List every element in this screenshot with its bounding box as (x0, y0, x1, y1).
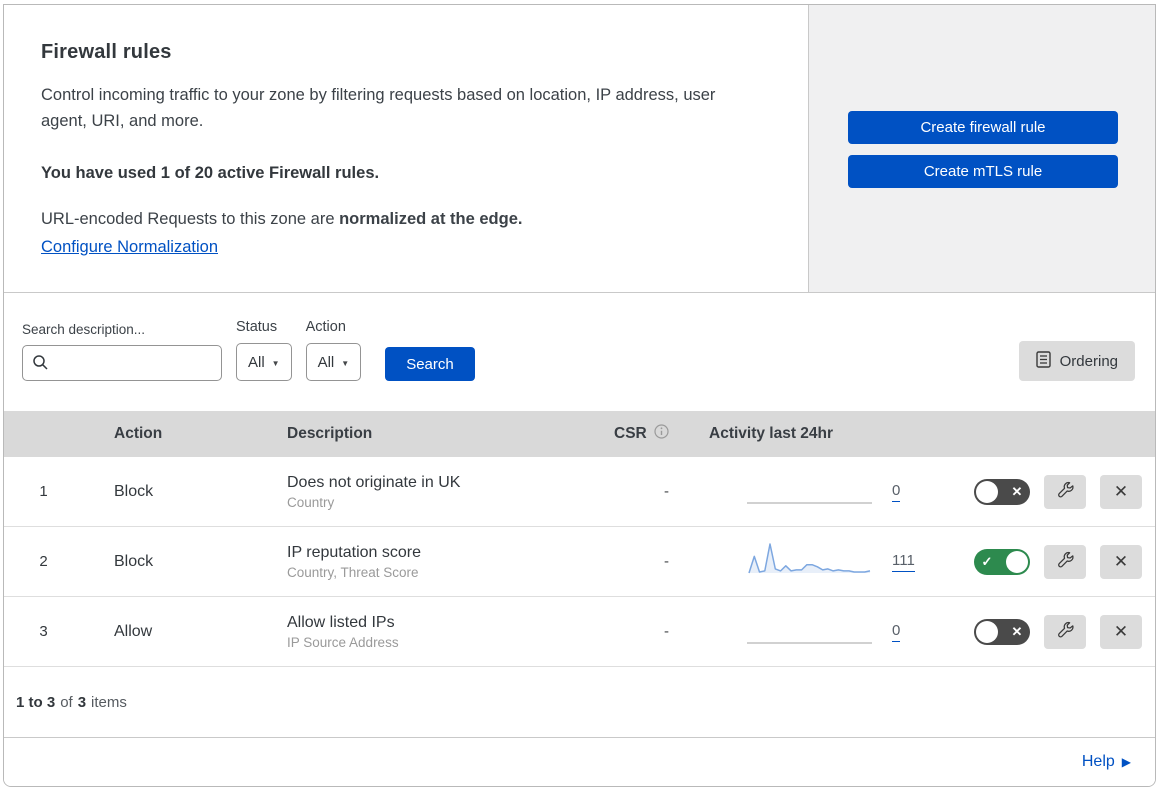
rule-enabled-toggle[interactable]: ✕ (974, 618, 1030, 645)
create-firewall-rule-button[interactable]: Create firewall rule (848, 111, 1118, 144)
rule-description: Allow listed IPs (287, 613, 395, 631)
rule-fields: Country, Threat Score (287, 564, 419, 580)
close-icon: ✕ (1113, 551, 1129, 571)
rule-priority-number: 1 (39, 483, 48, 500)
action-dropdown-value: All (317, 353, 335, 371)
column-header-action: Action (114, 425, 163, 442)
page-description: Control incoming traffic to your zone by… (41, 86, 716, 130)
column-header-description: Description (287, 425, 373, 442)
intro-panel: Firewall rules Control incoming traffic … (4, 5, 808, 292)
firewall-rules-card: Firewall rules Control incoming traffic … (3, 4, 1156, 787)
close-icon: ✕ (1113, 481, 1129, 501)
rule-description: IP reputation score (287, 543, 422, 561)
ordering-button[interactable]: Ordering (1018, 341, 1135, 381)
rule-action-value: Block (114, 552, 154, 570)
action-label: Action (305, 319, 346, 335)
search-label: Search description... (22, 322, 146, 337)
pagination-summary: 1 to 3 of 3 items (4, 667, 1155, 738)
toggle-state-icon: ✓ (981, 553, 993, 569)
wrench-icon (1056, 621, 1075, 643)
info-icon[interactable] (654, 424, 669, 444)
activity-sparkline (747, 470, 872, 513)
status-label: Status (236, 319, 278, 335)
rule-enabled-toggle[interactable]: ✕ (974, 478, 1030, 505)
toggle-state-icon: ✕ (1011, 483, 1023, 499)
table-body: 1 Block Does not originate in UK Country… (4, 457, 1155, 667)
activity-sparkline (747, 540, 872, 583)
actions-panel: Create firewall rule Create mTLS rule (808, 5, 1155, 292)
column-header-csr: CSR (589, 424, 689, 444)
chevron-down-icon: ▼ (271, 358, 280, 368)
edit-rule-button[interactable] (1044, 614, 1086, 649)
help-bar: Help ▶ (4, 738, 1155, 786)
help-link[interactable]: Help ▶ (1082, 753, 1131, 771)
search-input[interactable] (22, 345, 222, 381)
wrench-icon (1056, 551, 1075, 573)
wrench-icon (1056, 481, 1075, 503)
delete-rule-button[interactable]: ✕ (1100, 474, 1142, 509)
toggle-knob (976, 480, 998, 503)
rule-csr-value: - (664, 553, 669, 570)
activity-count-link[interactable]: 0 (892, 482, 901, 502)
rule-csr-value: - (664, 483, 669, 500)
rule-action-value: Allow (114, 622, 153, 640)
rule-priority-number: 3 (39, 623, 48, 640)
toggle-state-icon: ✕ (1011, 623, 1023, 639)
rule-description: Does not originate in UK (287, 473, 461, 491)
rule-priority-number: 2 (39, 553, 48, 570)
rule-enabled-toggle[interactable]: ✓ (974, 548, 1030, 575)
configure-normalization-link[interactable]: Configure Normalization (41, 238, 218, 257)
activity-count-link[interactable]: 0 (892, 622, 901, 642)
rule-fields: IP Source Address (287, 634, 399, 650)
activity-sparkline (747, 610, 872, 653)
toggle-knob (1006, 550, 1028, 573)
action-filter-group: Action All ▼ (305, 319, 362, 381)
status-dropdown[interactable]: All ▼ (236, 343, 292, 381)
table-header: Action Description CSR Activity last 24h… (4, 411, 1155, 457)
status-dropdown-value: All (248, 353, 265, 371)
toggle-knob (976, 620, 998, 643)
activity-count-link[interactable]: 111 (892, 552, 915, 572)
usage-summary: You have used 1 of 20 active Firewall ru… (41, 164, 380, 182)
rule-fields: Country (287, 494, 335, 510)
chevron-down-icon: ▼ (341, 358, 350, 368)
triangle-right-icon: ▶ (1121, 755, 1131, 769)
table-row: 3 Allow Allow listed IPs IP Source Addre… (4, 597, 1155, 667)
search-button[interactable]: Search (385, 347, 475, 381)
edit-rule-button[interactable] (1044, 474, 1086, 509)
normalization-note: URL-encoded Requests to this zone are no… (41, 210, 523, 228)
delete-rule-button[interactable]: ✕ (1100, 614, 1142, 649)
rule-action-value: Block (114, 482, 154, 500)
rule-csr-value: - (664, 623, 669, 640)
create-mtls-rule-button[interactable]: Create mTLS rule (848, 155, 1118, 188)
table-row: 1 Block Does not originate in UK Country… (4, 457, 1155, 527)
table-row: 2 Block IP reputation score Country, Thr… (4, 527, 1155, 597)
top-section: Firewall rules Control incoming traffic … (4, 5, 1155, 293)
edit-rule-button[interactable] (1044, 544, 1086, 579)
ordering-list-icon (1035, 350, 1051, 372)
column-header-activity: Activity last 24hr (709, 425, 834, 442)
status-filter-group: Status All ▼ (236, 319, 292, 381)
close-icon: ✕ (1113, 621, 1129, 641)
delete-rule-button[interactable]: ✕ (1100, 544, 1142, 579)
action-dropdown[interactable]: All ▼ (305, 343, 362, 381)
filter-bar: Search description... Status All ▼ Actio… (4, 293, 1155, 411)
search-group: Search description... (22, 322, 222, 381)
page-title: Firewall rules (41, 41, 172, 63)
